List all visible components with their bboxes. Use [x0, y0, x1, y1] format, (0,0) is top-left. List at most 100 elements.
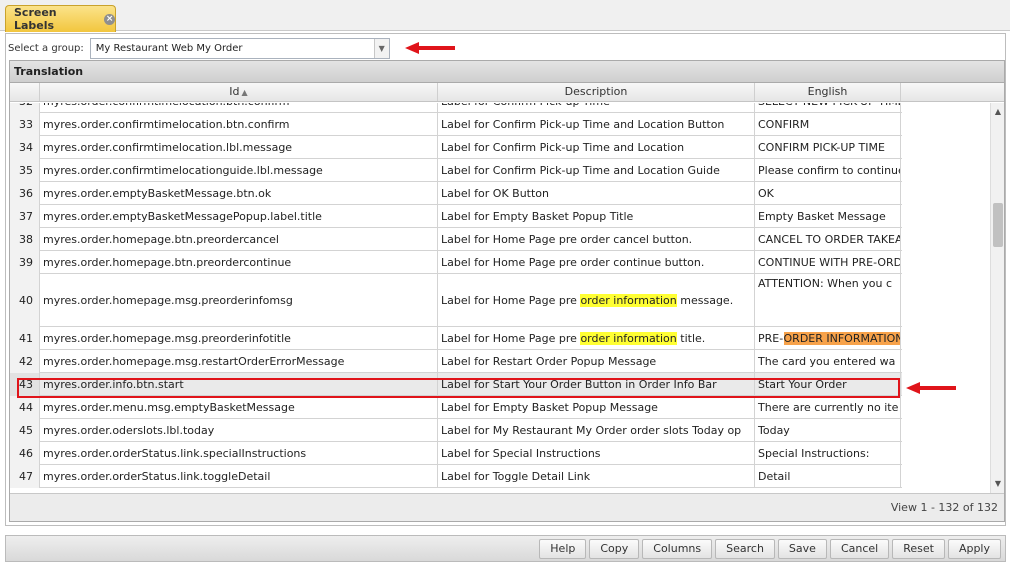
cell-text: 44 — [19, 401, 33, 414]
cell-text: Label for Home Page pre order continue b… — [441, 256, 705, 269]
cell-text: Label for Home Page pre — [441, 332, 581, 345]
main-panel: Select a group: My Restaurant Web My Ord… — [5, 33, 1006, 526]
reset-button[interactable]: Reset — [892, 538, 945, 559]
vertical-scrollbar[interactable]: ▲ ▼ — [990, 103, 1004, 493]
cell-text: myres.order.homepage.btn.preordercontinu… — [43, 256, 292, 269]
cell-text: Label for Home Page pre order cancel but… — [441, 233, 693, 246]
english-cell: SELECT NEW PICK-UP TIME — [755, 103, 901, 113]
tab-screen-labels[interactable]: Screen Labels × — [5, 5, 116, 32]
scroll-up-icon[interactable]: ▲ — [991, 105, 1004, 119]
english-cell: There are currently no ite — [755, 396, 901, 419]
cell-text: Label for Confirm Pick-up Time and Locat… — [441, 118, 725, 131]
english-cell: Start Your Order — [755, 373, 901, 396]
table-row[interactable]: 47 myres.order.orderStatus.link.toggleDet… — [10, 465, 902, 488]
close-icon[interactable]: × — [104, 13, 115, 25]
cell-text: myres.order.homepage.msg.preorderinfomsg — [43, 294, 293, 307]
cell-text: Label for Confirm Pick-up Time — [441, 103, 610, 108]
cell-text: 40 — [19, 294, 33, 307]
help-button[interactable]: Help — [539, 538, 587, 559]
row-number-cell: 33 — [10, 113, 40, 136]
apply-button[interactable]: Apply — [947, 538, 1001, 559]
cell-text: Label for Confirm Pick-up Time and Locat… — [441, 164, 720, 177]
cell-text: CONFIRM — [758, 118, 810, 131]
id-cell: myres.order.homepage.btn.preordercontinu… — [40, 251, 438, 274]
row-number-cell: 46 — [10, 442, 40, 465]
cell-text: SELECT NEW PICK-UP TIME — [758, 103, 900, 108]
cell-text: Label for Toggle Detail Link — [441, 470, 591, 483]
columns-button[interactable]: Columns — [642, 538, 713, 559]
table-row[interactable]: 32 myres.order.confirmtimelocation.btn.co… — [10, 103, 902, 113]
table-row[interactable]: 33 myres.order.confirmtimelocation.btn.co… — [10, 113, 902, 136]
cell-text: myres.order.menu.msg.emptyBasketMessage — [43, 401, 295, 414]
description-cell: Label for Empty Basket Popup Message — [438, 396, 755, 419]
description-cell: Label for Start Your Order Button in Ord… — [438, 373, 755, 396]
tab-title: Screen Labels — [14, 6, 57, 32]
cell-text: myres.order.confirmtimelocation.lbl.mess… — [43, 141, 293, 154]
row-number-cell: 39 — [10, 251, 40, 274]
cell-text: myres.order.homepage.btn.preordercancel — [43, 233, 279, 246]
cell-text: 33 — [19, 118, 33, 131]
copy-button[interactable]: Copy — [589, 538, 640, 559]
table-row[interactable]: 42 myres.order.homepage.msg.restartOrderE… — [10, 350, 902, 373]
row-number-cell: 35 — [10, 159, 40, 182]
row-number-cell: 32 — [10, 103, 40, 113]
cell-text: message. — [676, 294, 734, 307]
table-row[interactable]: 34 myres.order.confirmtimelocation.lbl.me… — [10, 136, 902, 159]
cell-text: 34 — [19, 141, 33, 154]
search-button[interactable]: Search — [715, 538, 775, 559]
column-header-id[interactable]: Id ▲ — [40, 83, 438, 101]
group-label: Select a group: — [8, 42, 84, 54]
group-select[interactable]: My Restaurant Web My Order ▼ — [89, 37, 390, 59]
chevron-down-icon[interactable]: ▼ — [373, 38, 389, 58]
column-header-rownum — [10, 83, 40, 101]
column-header-description[interactable]: Description — [438, 83, 755, 101]
cell-text: 43 — [19, 378, 33, 391]
table-row[interactable]: 39 myres.order.homepage.btn.preorderconti… — [10, 251, 902, 274]
table-row[interactable]: 38 myres.order.homepage.btn.preordercance… — [10, 228, 902, 251]
description-cell: Label for Home Page pre order informatio… — [438, 274, 755, 327]
row-number-cell: 42 — [10, 350, 40, 373]
table-row[interactable]: 44 myres.order.menu.msg.emptyBasketMessag… — [10, 396, 902, 419]
description-cell: Label for Confirm Pick-up Time and Locat… — [438, 113, 755, 136]
row-number-cell: 47 — [10, 465, 40, 488]
table-row[interactable]: 36 myres.order.emptyBasketMessage.btn.ok L… — [10, 182, 902, 205]
description-cell: Label for Home Page pre order continue b… — [438, 251, 755, 274]
table-row[interactable]: 35 myres.order.confirmtimelocationguide.l… — [10, 159, 902, 182]
table-row[interactable]: 43 myres.order.info.btn.start Label for St… — [10, 373, 902, 396]
description-cell: Label for Empty Basket Popup Title — [438, 205, 755, 228]
cell-text: myres.order.emptyBasketMessagePopup.labe… — [43, 210, 322, 223]
scroll-thumb[interactable] — [993, 203, 1003, 247]
row-number-cell: 44 — [10, 396, 40, 419]
id-cell: myres.order.homepage.msg.restartOrderErr… — [40, 350, 438, 373]
scroll-down-icon[interactable]: ▼ — [991, 477, 1004, 491]
description-cell: Label for My Restaurant My Order order s… — [438, 419, 755, 442]
english-cell: CONFIRM — [755, 113, 901, 136]
cell-text: myres.order.confirmtimelocation.btn.conf… — [43, 103, 290, 108]
table-row[interactable]: 45 myres.order.oderslots.lbl.today Label f… — [10, 419, 902, 442]
cell-text: Label for Home Page pre — [441, 294, 581, 307]
row-number-cell: 45 — [10, 419, 40, 442]
table-row[interactable]: 40 myres.order.homepage.msg.preorderinfom… — [10, 274, 902, 327]
id-cell: myres.order.orderStatus.link.toggleDetai… — [40, 465, 438, 488]
id-cell: myres.order.emptyBasketMessage.btn.ok — [40, 182, 438, 205]
table-row[interactable]: 46 myres.order.orderStatus.link.specialIn… — [10, 442, 902, 465]
row-number-cell: 43 — [10, 373, 40, 396]
description-cell: Label for Special Instructions — [438, 442, 755, 465]
highlighted-text: ORDER INFORMATION — [783, 332, 900, 345]
highlighted-text: order information — [580, 294, 677, 307]
cell-text: Label for OK Button — [441, 187, 550, 200]
row-number-cell: 40 — [10, 274, 40, 327]
grid-empty-area — [902, 103, 990, 493]
cell-text: 37 — [19, 210, 33, 223]
table-row[interactable]: 37 myres.order.emptyBasketMessagePopup.la… — [10, 205, 902, 228]
cell-text: Label for My Restaurant My Order order s… — [441, 424, 742, 437]
save-button[interactable]: Save — [777, 538, 827, 559]
sort-ascending-icon: ▲ — [241, 88, 248, 97]
column-header-english[interactable]: English — [755, 83, 901, 101]
english-cell: CANCEL TO ORDER TAKEAWAY — [755, 228, 901, 251]
cell-text: 32 — [19, 103, 33, 108]
cell-text: 45 — [19, 424, 33, 437]
cancel-button[interactable]: Cancel — [829, 538, 890, 559]
cell-text: myres.order.emptyBasketMessage.btn.ok — [43, 187, 272, 200]
table-row[interactable]: 41 myres.order.homepage.msg.preorderinfot… — [10, 327, 902, 350]
